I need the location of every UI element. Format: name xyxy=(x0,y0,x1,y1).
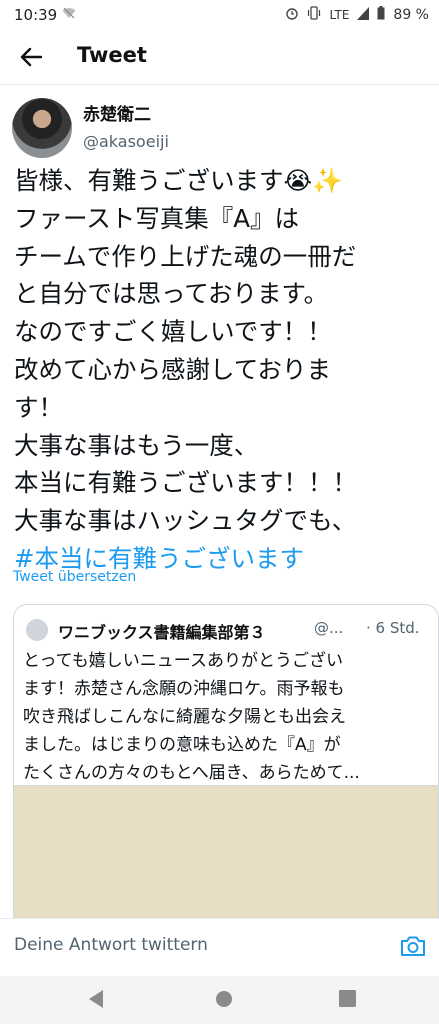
battery-icon xyxy=(377,6,385,24)
tweet-line: チームで作り上げた魂の一冊だ xyxy=(14,241,357,271)
quoted-text: とっても嬉しいニュースありがとうござい ます！赤楚さん念願の沖縄ロケ。雨予報も … xyxy=(23,647,435,787)
quoted-tweet[interactable]: ワニブックス書籍編集部第３ @... · 6 Std. とっても嬉しいニュースあ… xyxy=(13,604,439,944)
page-title: Tweet xyxy=(77,43,147,67)
translate-link[interactable]: Tweet übersetzen xyxy=(13,569,136,585)
tweet-line: なのですごく嬉しいです！！ xyxy=(14,317,332,347)
tweet-line: 大事な事はもう一度、 xyxy=(14,430,259,460)
wifi-off-icon xyxy=(62,7,76,22)
avatar[interactable] xyxy=(12,98,72,158)
tweet-line: と自分では思っております。 xyxy=(14,279,329,309)
reply-input[interactable]: Deine Antwort twittern xyxy=(14,935,208,955)
author-handle[interactable]: @akasoeiji xyxy=(83,132,169,151)
quoted-line: ました。はじまりの意味も込めた『A』が xyxy=(23,735,341,755)
nav-back-icon xyxy=(89,990,103,1008)
system-nav-bar xyxy=(0,976,439,1024)
quoted-line: 吹き飛ばしこんなに綺麗な夕陽とも出会え xyxy=(23,707,346,727)
quoted-author-handle: @... xyxy=(314,619,344,637)
nav-recents-button[interactable] xyxy=(339,990,356,1011)
quoted-line: たくさんの方々のもとへ届き、あらためて... xyxy=(23,763,360,783)
quoted-timestamp: · 6 Std. xyxy=(366,619,420,637)
reply-bar: Deine Antwort twittern xyxy=(0,918,439,976)
tweet-line: す！ xyxy=(14,392,63,422)
nav-back-button[interactable] xyxy=(87,989,105,1013)
nav-recents-icon xyxy=(339,990,356,1007)
tweet-line: 改めて心から感謝しておりま xyxy=(14,354,332,384)
top-header: Tweet xyxy=(0,30,439,84)
status-bar: 10:39 LTE 89 % xyxy=(0,0,439,30)
quoted-author-name: ワニブックス書籍編集部第３ xyxy=(58,623,266,642)
header-divider xyxy=(0,84,439,85)
tweet-line: ファースト写真集『A』は xyxy=(14,203,300,233)
status-time: 10:39 xyxy=(14,6,58,24)
author-name[interactable]: 赤楚衛二 xyxy=(83,100,151,125)
camera-button[interactable] xyxy=(399,932,427,960)
nav-home-icon xyxy=(216,991,232,1007)
battery-level: 89 % xyxy=(393,7,429,23)
quoted-avatar xyxy=(26,619,48,641)
tweet-text: 皆様、有難うございます😭✨ ファースト写真集『A』は チームで作り上げた魂の一冊… xyxy=(14,162,434,578)
tweet-line: 本当に有難うございます！！！ xyxy=(14,468,357,498)
back-button[interactable] xyxy=(14,40,48,74)
tweet-line: 皆様、有難うございます😭✨ xyxy=(14,166,343,195)
signal-icon xyxy=(357,6,370,24)
network-type: LTE xyxy=(329,8,350,22)
tweet-line: 大事な事はハッシュタグでも、 xyxy=(14,506,357,536)
camera-icon xyxy=(401,936,425,956)
alarm-icon xyxy=(285,6,299,24)
back-arrow-icon xyxy=(20,47,42,67)
nav-home-button[interactable] xyxy=(214,989,234,1013)
quoted-line: ます！赤楚さん念願の沖縄ロケ。雨予報も xyxy=(23,679,345,699)
quoted-line: とっても嬉しいニュースありがとうござい xyxy=(23,651,343,671)
vibrate-icon xyxy=(307,6,321,24)
